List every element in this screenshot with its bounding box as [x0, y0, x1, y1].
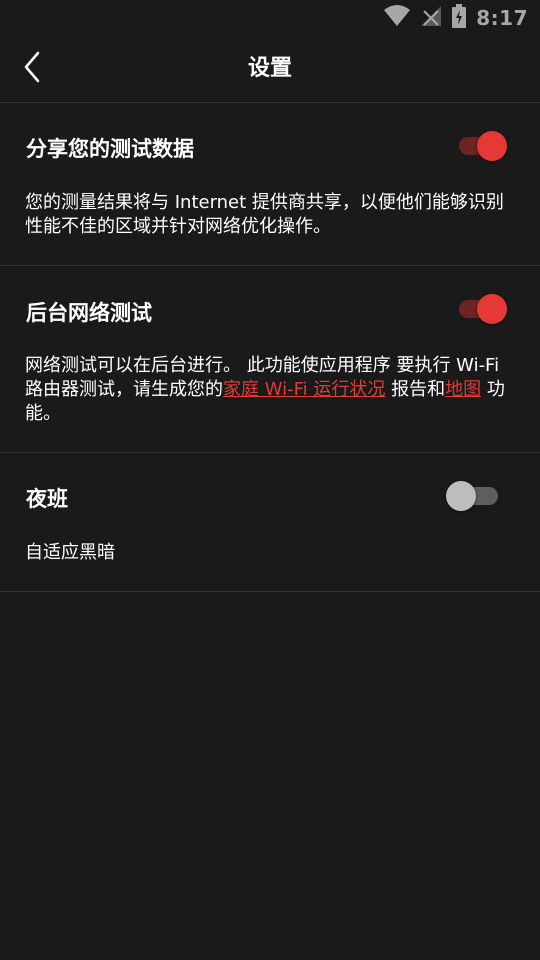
back-button[interactable] [12, 48, 52, 90]
setting-description: 网络测试可以在后台进行。 此功能使应用程序 要执行 Wi-Fi 路由器测试，请生… [25, 354, 512, 426]
setting-title: 分享您的测试数据 [26, 137, 194, 161]
setting-description: 您的测量结果将与 Internet 提供商共享，以便他们能够识别性能不佳的区域并… [25, 192, 504, 237]
status-icons: 8:17 [384, 4, 528, 32]
home-wifi-health-link[interactable]: 家庭 Wi-Fi 运行状况 [223, 379, 385, 400]
setting-description: 自适应黑暗 [25, 542, 115, 563]
setting-title: 夜班 [26, 487, 68, 511]
status-time: 8:17 [476, 6, 528, 30]
setting-title: 后台网络测试 [26, 301, 152, 325]
night-shift-toggle[interactable] [446, 479, 498, 513]
chevron-left-icon [22, 51, 42, 87]
no-signal-icon [420, 5, 442, 31]
share-data-toggle[interactable] [455, 129, 507, 163]
status-bar: 8:17 [0, 0, 540, 36]
toggle-thumb [477, 131, 507, 161]
map-link[interactable]: 地图 [445, 379, 481, 400]
setting-background-test: 后台网络测试 网络测试可以在后台进行。 此功能使应用程序 要执行 Wi-Fi 路… [0, 266, 540, 453]
wifi-icon [384, 5, 411, 31]
description-text: 报告和 [385, 379, 446, 400]
background-test-toggle[interactable] [455, 292, 507, 326]
setting-share-data: 分享您的测试数据 您的测量结果将与 Internet 提供商共享，以便他们能够识… [0, 103, 540, 266]
setting-night-shift: 夜班 自适应黑暗 [0, 453, 540, 592]
toolbar: 设置 [0, 36, 540, 103]
battery-charging-icon [452, 4, 467, 32]
toggle-thumb [446, 481, 476, 511]
page-title: 设置 [247, 56, 292, 81]
toggle-thumb [477, 294, 507, 324]
